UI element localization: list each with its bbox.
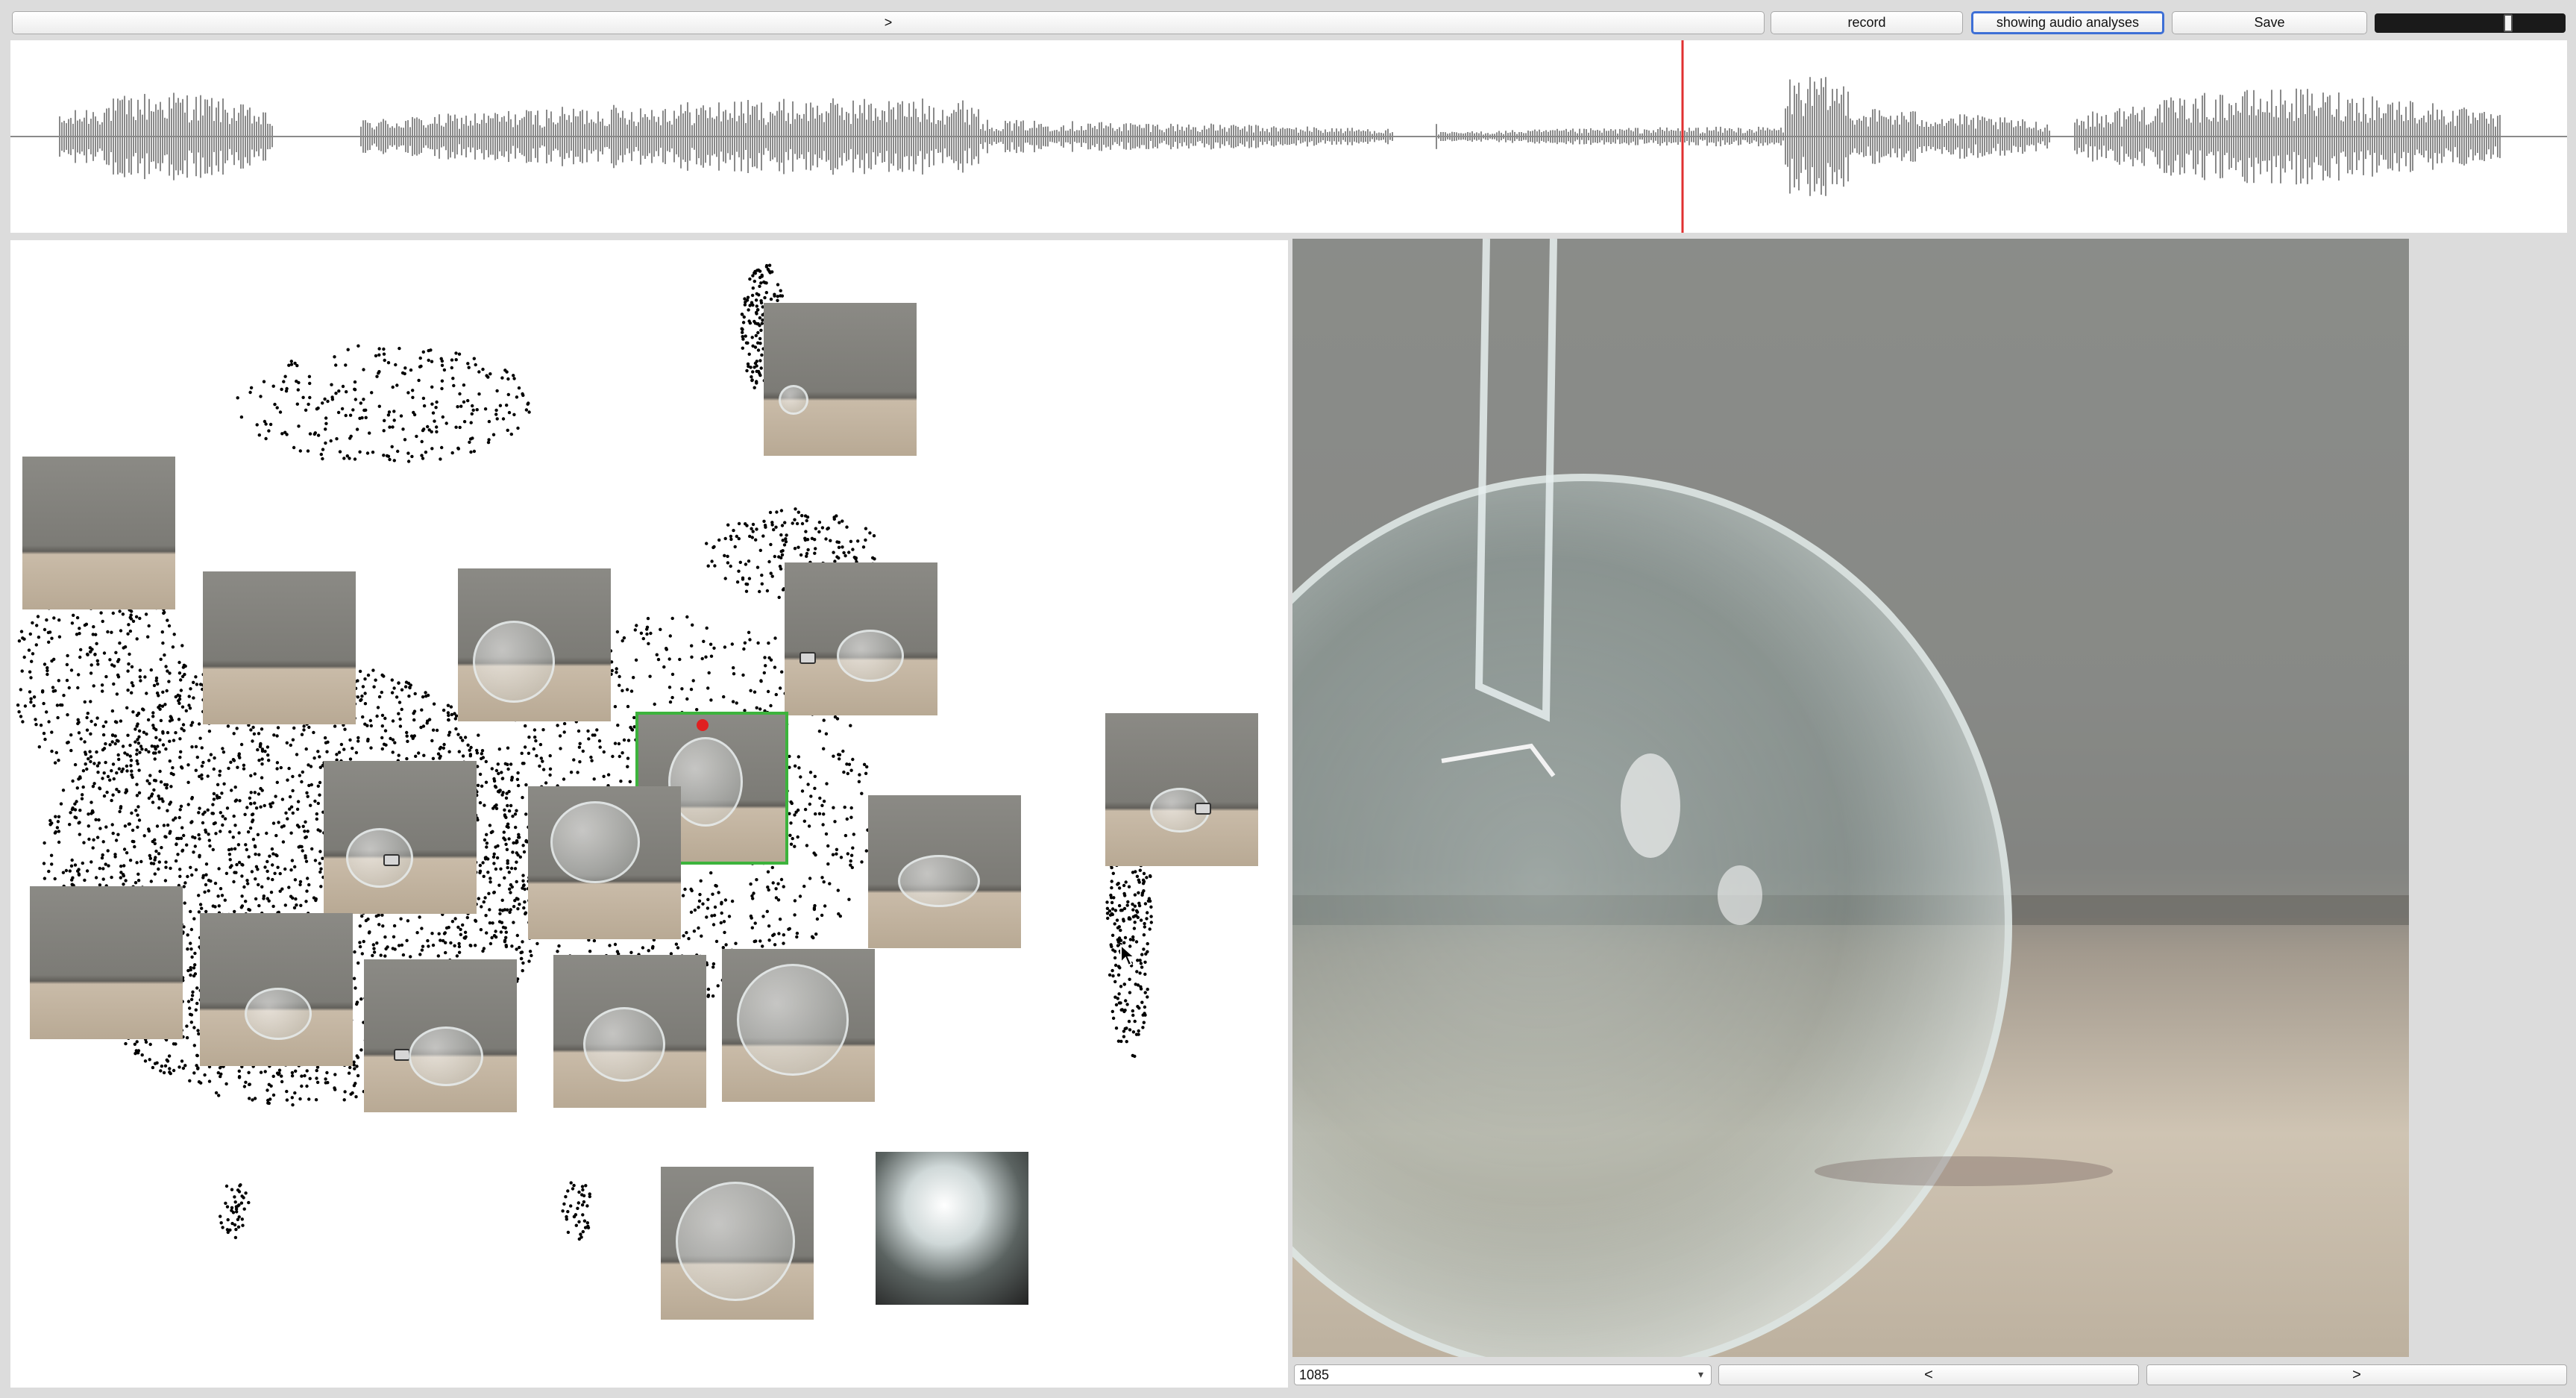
frame-thumbnail[interactable] — [458, 568, 611, 721]
frame-thumbnail[interactable] — [364, 959, 517, 1112]
volume-slider[interactable] — [2375, 13, 2566, 33]
showing-audio-analyses-button[interactable]: showing audio analyses — [1971, 11, 2164, 34]
slider-thumb[interactable] — [2504, 14, 2513, 32]
save-button[interactable]: Save — [2172, 11, 2367, 34]
frame-thumbnail[interactable] — [868, 795, 1021, 948]
frame-thumbnail[interactable] — [30, 886, 183, 1039]
frame-thumbnail[interactable] — [203, 571, 356, 724]
frame-thumbnail[interactable] — [22, 457, 175, 609]
frame-thumbnail[interactable] — [722, 949, 875, 1102]
frame-number-value: 1085 — [1299, 1367, 1330, 1382]
record-button[interactable]: record — [1771, 11, 1963, 34]
frame-thumbnail[interactable] — [200, 913, 353, 1066]
expand-button[interactable]: > — [12, 11, 1765, 34]
previous-frame-button[interactable]: < — [1718, 1364, 2139, 1385]
frame-thumbnail[interactable] — [661, 1167, 814, 1320]
frame-thumbnail[interactable] — [553, 955, 706, 1108]
feature-map[interactable] — [10, 240, 1288, 1388]
frame-thumbnail[interactable] — [785, 562, 937, 715]
frame-image — [1292, 239, 2409, 1357]
frame-thumbnail[interactable] — [1105, 713, 1258, 866]
audio-waveform[interactable] — [10, 40, 2567, 233]
frame-thumbnail[interactable] — [764, 303, 917, 456]
chevron-down-icon: ▾ — [1697, 1368, 1703, 1380]
next-frame-button[interactable]: > — [2146, 1364, 2567, 1385]
frame-thumbnail[interactable] — [876, 1152, 1028, 1305]
frame-thumbnail[interactable] — [528, 786, 681, 939]
frame-thumbnail[interactable] — [324, 761, 477, 914]
frame-viewer — [1292, 239, 2409, 1357]
frame-number-select[interactable]: 1085 ▾ — [1294, 1364, 1712, 1385]
